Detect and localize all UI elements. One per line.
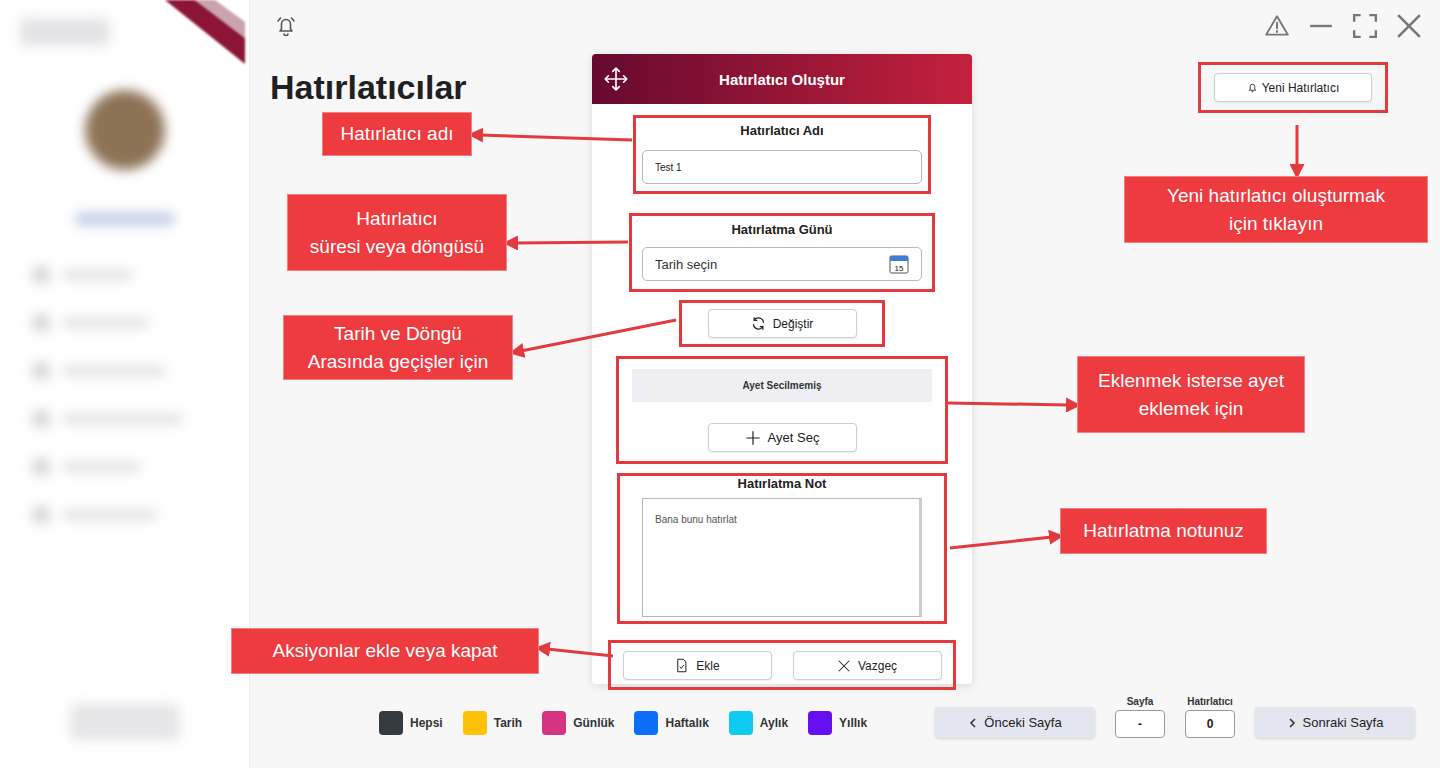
user-name	[75, 212, 175, 226]
plus-icon	[745, 430, 761, 446]
arrow	[515, 242, 628, 243]
legend-item[interactable]: Tarih	[463, 711, 522, 735]
verse-status: Ayet Secilmemiş	[632, 369, 932, 402]
page-field: Sayfa -	[1115, 696, 1165, 738]
fullscreen-icon[interactable]	[1352, 13, 1378, 39]
sidebar-item[interactable]	[32, 506, 249, 524]
name-section: Hatırlatıcı Adı Test 1	[633, 115, 931, 194]
arrow	[1296, 125, 1299, 167]
legend-swatch	[729, 711, 753, 735]
arrow	[950, 537, 1052, 548]
x-icon	[837, 659, 851, 673]
note-section: Hatırlatma Not Bana bunu hatırlat	[617, 473, 947, 624]
arrow	[521, 320, 676, 351]
verse-section: Ayet Secilmemiş Ayet Seç	[616, 356, 948, 464]
arrow	[948, 403, 1069, 405]
new-reminder-button[interactable]: Yeni Hatırlatıcı	[1214, 73, 1372, 102]
legend-item[interactable]: Yıllık	[808, 711, 867, 735]
annotation-callout: Aksiyonlar ekle veya kapat	[231, 628, 539, 674]
toggle-section: Değiştir	[679, 300, 885, 347]
note-textarea[interactable]: Bana bunu hatırlat	[642, 498, 922, 617]
legend-item[interactable]: Hepsi	[379, 711, 443, 735]
legend-item[interactable]: Aylık	[729, 711, 788, 735]
sidebar-item[interactable]	[32, 362, 249, 380]
window-controls	[1264, 13, 1422, 39]
sidebar-item[interactable]	[32, 458, 249, 476]
highlight-outline: Yeni Hatırlatıcı	[1198, 62, 1388, 113]
minimize-icon[interactable]	[1308, 13, 1334, 39]
top-bar	[250, 0, 1440, 40]
sidebar-item[interactable]	[32, 314, 249, 332]
date-section: Hatırlatma Günü Tarih seçin 15	[629, 213, 935, 292]
sidebar	[0, 0, 250, 768]
legend: Hepsi Tarih Günlük Haftalık Aylık Yıllık	[379, 711, 867, 738]
calendar-icon[interactable]: 15	[889, 254, 909, 274]
count-box: 0	[1185, 710, 1235, 738]
legend-swatch	[542, 711, 566, 735]
move-icon[interactable]	[603, 66, 629, 92]
dialog-body: Hatırlatıcı Adı Test 1 Hatırlatma Günü T…	[592, 104, 972, 690]
bell-icon	[1247, 82, 1258, 93]
annotation-callout: Eklenmek isterse ayeteklemek için	[1077, 356, 1305, 433]
document-check-icon	[674, 658, 689, 673]
previous-page-button[interactable]: Önceki Sayfa	[935, 707, 1095, 738]
select-verse-button[interactable]: Ayet Seç	[708, 423, 857, 452]
annotation-callout: Tarih ve DöngüArasında geçişler için	[283, 315, 513, 380]
annotation-callout: Hatırlatma notunuz	[1060, 508, 1267, 554]
refresh-icon	[751, 316, 766, 331]
legend-swatch	[808, 711, 832, 735]
legend-swatch	[634, 711, 658, 735]
arrow	[480, 135, 632, 140]
date-input[interactable]: Tarih seçin 15	[642, 247, 922, 281]
sidebar-footer	[70, 704, 180, 740]
toggle-button[interactable]: Değiştir	[708, 309, 857, 338]
pagination: Önceki Sayfa Sayfa - Hatırlatıcı 0 Sonra…	[935, 696, 1415, 738]
sidebar-menu	[0, 266, 249, 524]
chevron-left-icon	[968, 718, 978, 728]
warning-icon[interactable]	[1264, 13, 1290, 39]
corner-stripe-icon	[165, 0, 245, 64]
name-input[interactable]: Test 1	[642, 150, 922, 184]
bottom-bar: Hepsi Tarih Günlük Haftalık Aylık Yıllık…	[250, 696, 1440, 768]
legend-item[interactable]: Haftalık	[634, 711, 708, 735]
sidebar-item[interactable]	[32, 410, 249, 428]
annotation-callout: Yeni hatırlatıcı oluşturmakiçin tıklayın	[1124, 176, 1428, 243]
sidebar-logo	[20, 18, 110, 46]
page-title: Hatırlatıcılar	[270, 68, 467, 107]
legend-item[interactable]: Günlük	[542, 711, 614, 735]
annotation-callout: Hatırlatıcısüresi veya döngüsü	[287, 194, 507, 271]
actions-section: Ekle Vazgeç	[608, 640, 956, 690]
legend-swatch	[379, 711, 403, 735]
legend-swatch	[463, 711, 487, 735]
alarm-bell-icon[interactable]	[274, 14, 298, 38]
avatar[interactable]	[85, 90, 165, 170]
count-field: Hatırlatıcı 0	[1185, 696, 1235, 738]
create-reminder-dialog[interactable]: Hatırlatıcı Oluştur Hatırlatıcı Adı Test…	[592, 54, 972, 684]
next-page-button[interactable]: Sonraki Sayfa	[1255, 707, 1415, 738]
page-box[interactable]: -	[1115, 710, 1165, 738]
reminders-page: Hatırlatıcılar Yeni Hatırlatıcı Hepsi Ta…	[0, 0, 1440, 768]
annotation-callout: Hatırlatıcı adı	[322, 112, 472, 156]
svg-text:15: 15	[895, 264, 904, 273]
arrow	[547, 649, 613, 656]
close-icon[interactable]	[1396, 13, 1422, 39]
add-button[interactable]: Ekle	[623, 651, 772, 680]
sidebar-item[interactable]	[32, 266, 249, 284]
dialog-header[interactable]: Hatırlatıcı Oluştur	[592, 54, 972, 104]
chevron-right-icon	[1287, 718, 1297, 728]
cancel-button[interactable]: Vazgeç	[793, 651, 942, 680]
